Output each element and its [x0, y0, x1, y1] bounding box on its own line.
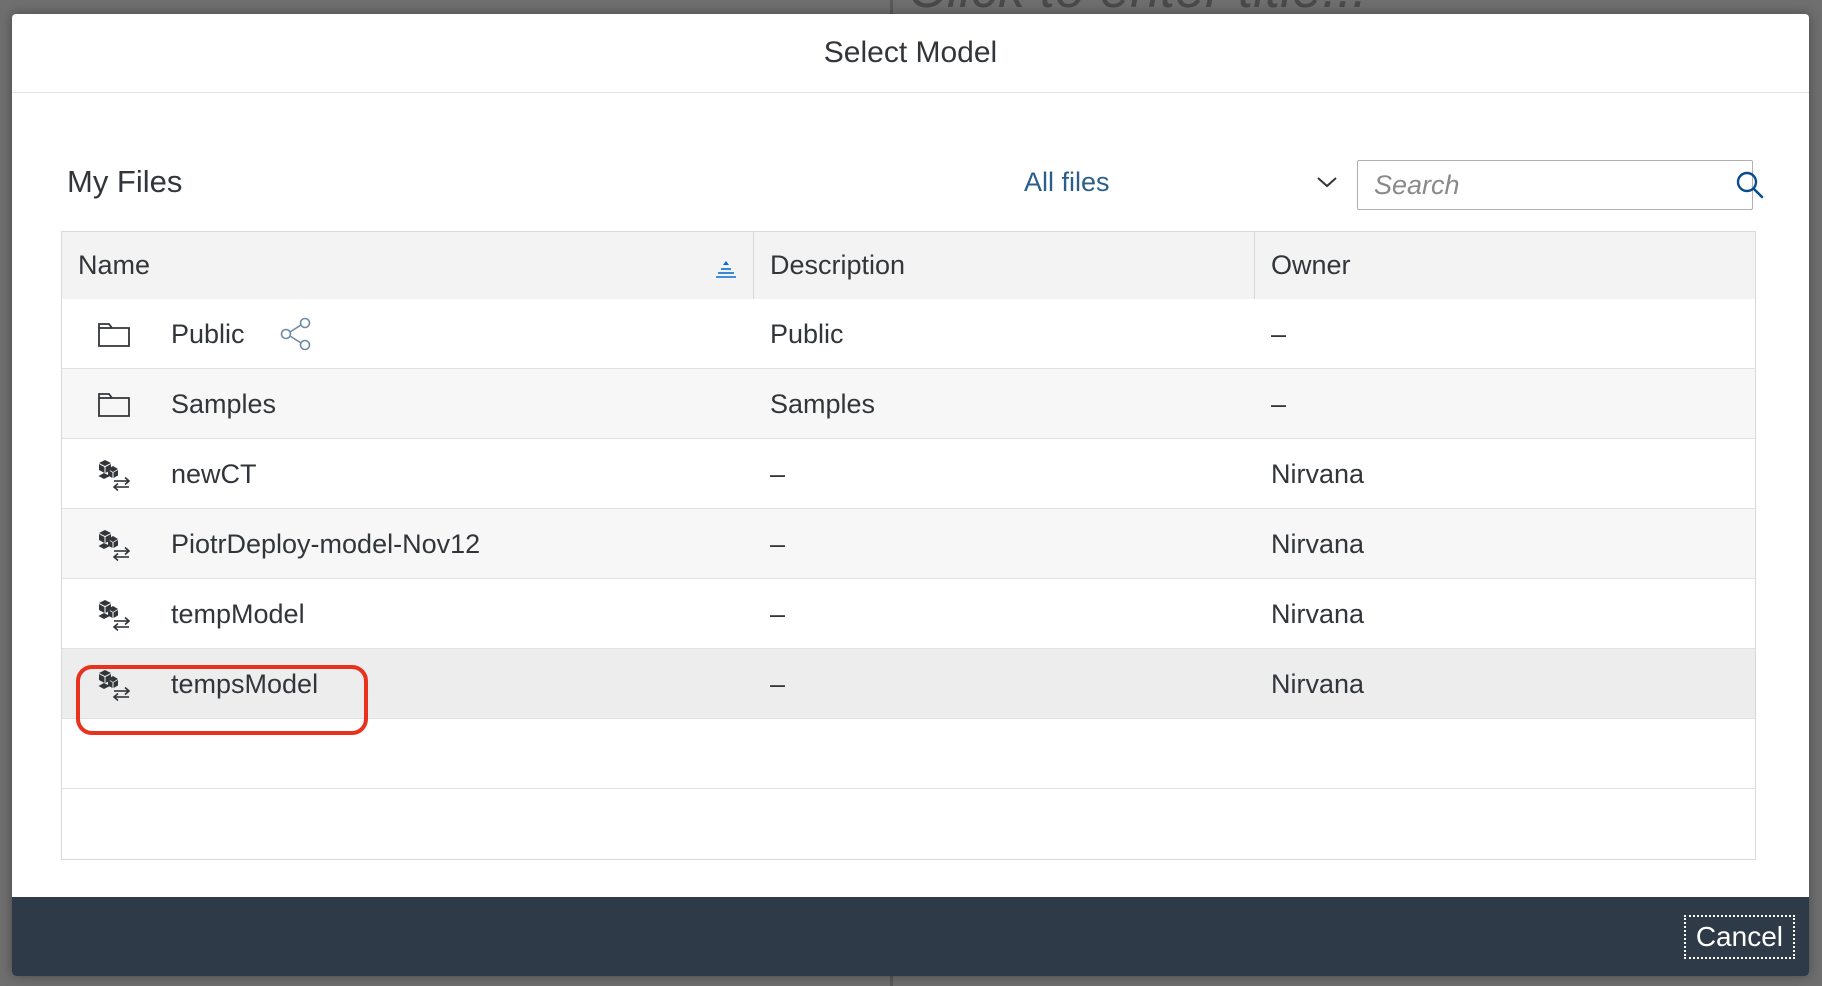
row-description: –: [770, 458, 786, 489]
search-field[interactable]: [1357, 160, 1764, 210]
table-row[interactable]: PiotrDeploy-model-Nov12 – Nirvana: [62, 509, 1755, 579]
column-header-name[interactable]: Name: [62, 232, 754, 299]
chevron-down-icon[interactable]: [1312, 167, 1342, 197]
dialog-header: Select Model: [12, 14, 1809, 93]
section-title: My Files: [67, 164, 183, 199]
table-header: Name Description Owner: [62, 232, 1755, 300]
folder-icon: [94, 299, 134, 369]
table-row[interactable]: newCT – Nirvana: [62, 439, 1755, 509]
select-model-dialog: Select Model My Files All files Name: [12, 14, 1809, 976]
dialog-footer: Cancel: [12, 897, 1809, 976]
column-header-label: Name: [78, 250, 151, 280]
row-description: Public: [770, 318, 844, 349]
row-owner: –: [1271, 318, 1287, 349]
table-row[interactable]: tempsModel – Nirvana: [62, 649, 1755, 719]
row-owner: –: [1271, 388, 1287, 419]
row-owner: Nirvana: [1271, 668, 1365, 699]
row-name: tempsModel: [171, 668, 319, 699]
row-owner: Nirvana: [1271, 598, 1365, 629]
table-row[interactable]: tempModel – Nirvana: [62, 579, 1755, 649]
column-header-description[interactable]: Description: [754, 232, 1255, 299]
row-name: newCT: [171, 458, 257, 489]
sort-ascending-icon[interactable]: [715, 256, 737, 278]
empty-row: [62, 719, 1755, 789]
model-icon: [94, 439, 134, 509]
file-filter-label: All files: [1024, 166, 1110, 197]
table-row[interactable]: Public Public –: [62, 299, 1755, 369]
column-header-owner[interactable]: Owner: [1255, 232, 1755, 299]
row-description: Samples: [770, 388, 876, 419]
share-icon[interactable]: [279, 317, 313, 351]
file-filter-select[interactable]: All files: [1012, 160, 1342, 204]
row-name: tempModel: [171, 598, 305, 629]
empty-row: [62, 789, 1755, 859]
model-icon: [94, 509, 134, 579]
row-name-label: Public: [171, 318, 245, 349]
files-table: Name Description Owner Public Public – S…: [61, 231, 1756, 860]
row-description: –: [770, 668, 786, 699]
row-name: Public: [171, 299, 313, 369]
row-owner: Nirvana: [1271, 458, 1365, 489]
row-description: –: [770, 598, 786, 629]
row-name: Samples: [171, 388, 277, 419]
dialog-title: Select Model: [823, 36, 998, 69]
model-icon: [94, 649, 134, 719]
folder-icon: [94, 369, 134, 439]
cancel-button[interactable]: Cancel: [1683, 915, 1795, 959]
search-icon[interactable]: [1735, 162, 1765, 208]
search-input[interactable]: [1358, 161, 1735, 209]
row-name: PiotrDeploy-model-Nov12: [171, 528, 481, 559]
table-row[interactable]: Samples Samples –: [62, 369, 1755, 439]
row-owner: Nirvana: [1271, 528, 1365, 559]
model-icon: [94, 579, 134, 649]
row-description: –: [770, 528, 786, 559]
